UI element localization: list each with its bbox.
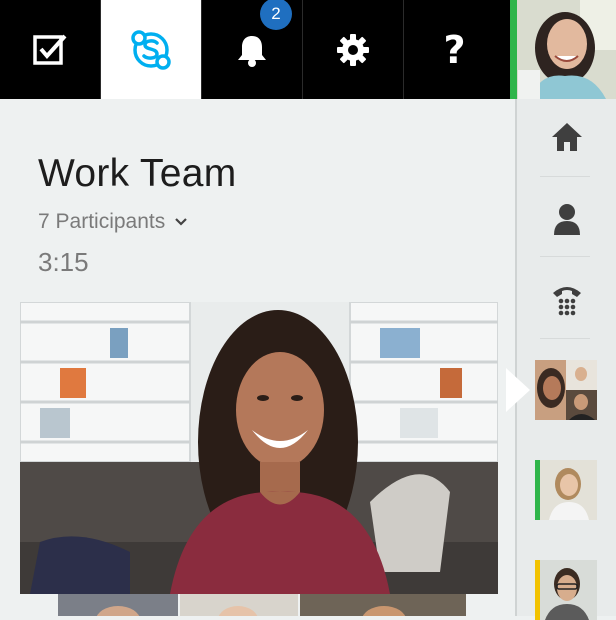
home-icon	[552, 123, 582, 151]
rail-divider	[540, 338, 590, 339]
notifications-button[interactable]: 2	[202, 0, 303, 99]
participant-tile[interactable]	[300, 594, 466, 616]
rail-divider	[540, 256, 590, 257]
help-button[interactable]: ?	[404, 0, 505, 99]
conversation-title: Work Team	[38, 152, 237, 195]
settings-button[interactable]	[303, 0, 404, 99]
rail-divider	[540, 176, 590, 177]
rail-item-contacts[interactable]	[548, 200, 586, 238]
skype-icon	[131, 29, 171, 70]
contact-presence-indicator	[535, 460, 540, 520]
self-avatar[interactable]	[510, 0, 616, 99]
checkbox-icon	[33, 34, 67, 65]
top-nav-bar: 2 ?	[0, 0, 510, 99]
rail-contact-1[interactable]	[535, 460, 597, 520]
contact-presence-indicator	[535, 560, 540, 620]
phone-icon	[553, 287, 581, 316]
participant-tile[interactable]	[180, 594, 298, 616]
skype-button[interactable]	[101, 0, 202, 99]
gear-icon	[337, 33, 369, 66]
rail-contact-2[interactable]	[535, 560, 597, 620]
notification-count-badge: 2	[260, 0, 292, 30]
rail-contact-group-call[interactable]	[535, 360, 597, 420]
tasks-button[interactable]	[0, 0, 101, 99]
chevron-down-icon	[175, 218, 188, 226]
help-icon: ?	[443, 27, 466, 72]
main-video-feed[interactable]	[20, 302, 498, 594]
rail-item-dialpad[interactable]	[548, 281, 586, 319]
participants-label: 7 Participants	[38, 210, 166, 233]
participant-tile[interactable]	[58, 594, 178, 616]
rail-item-home[interactable]	[548, 118, 586, 156]
active-conversation-pointer	[506, 368, 530, 412]
bell-icon	[238, 35, 266, 67]
participants-dropdown[interactable]: 7 Participants	[38, 210, 188, 234]
person-icon	[554, 204, 580, 235]
self-presence-indicator	[510, 0, 517, 99]
call-timer: 3:15	[38, 247, 89, 277]
